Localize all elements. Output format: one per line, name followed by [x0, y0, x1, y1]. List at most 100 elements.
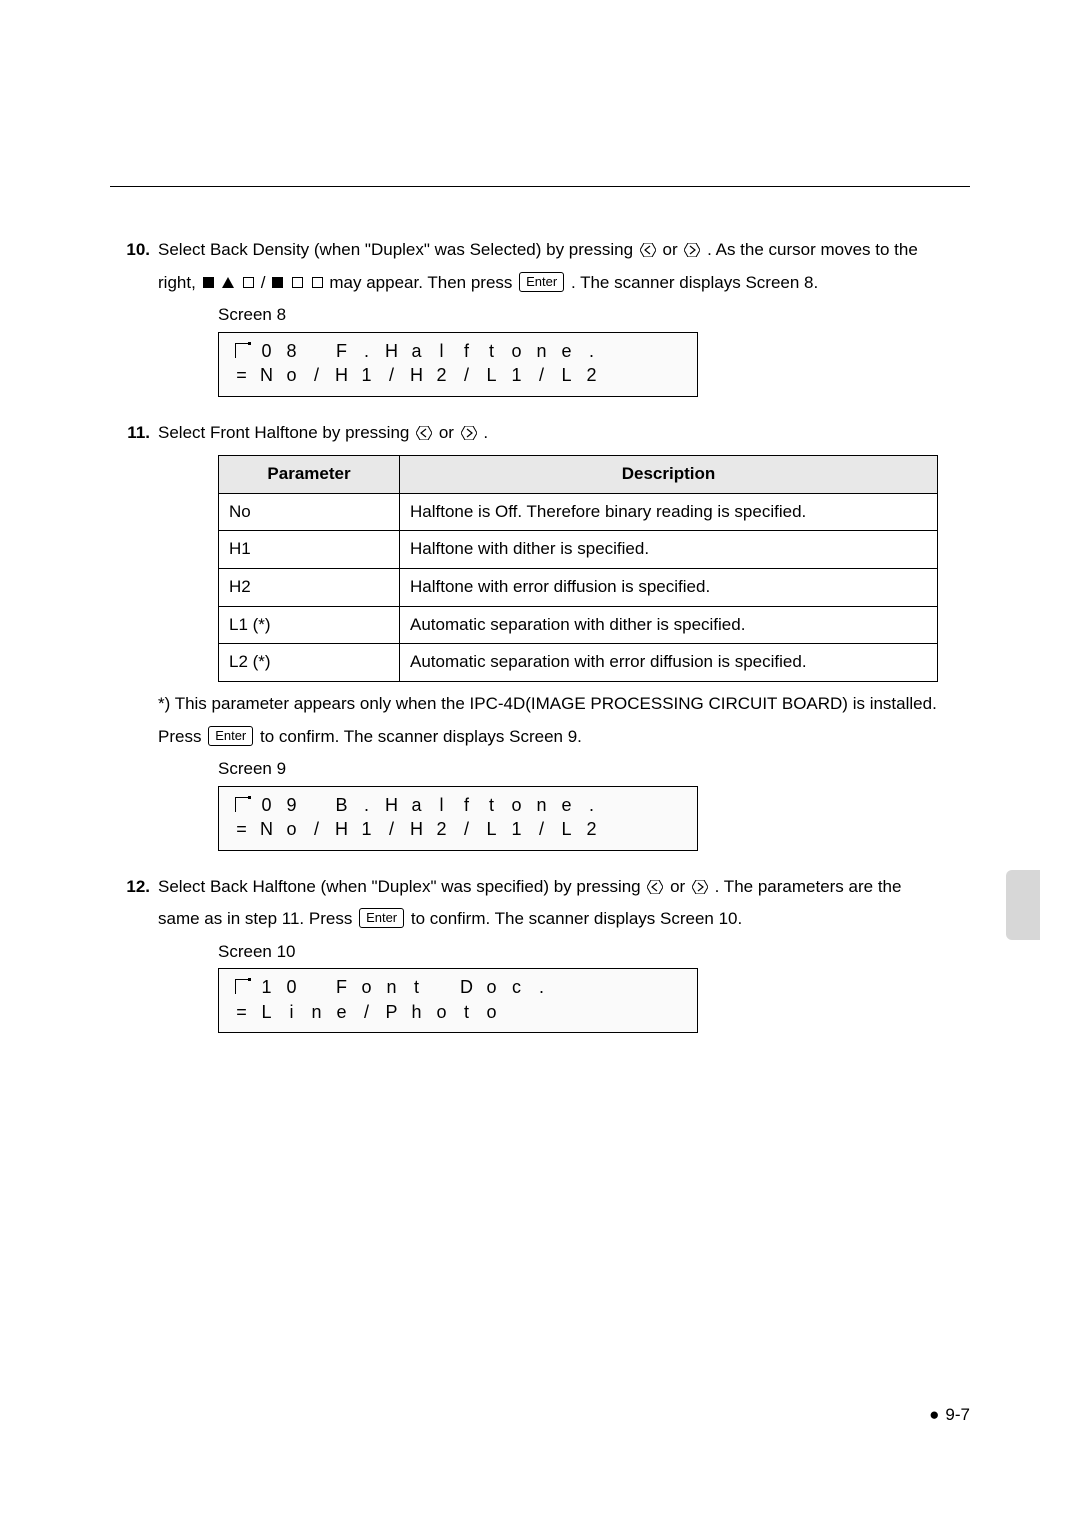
screen-label: Screen 10 — [218, 940, 970, 965]
cursor-icon — [235, 797, 248, 812]
lcd-cell: / — [529, 363, 554, 387]
lcd-cell: t — [454, 1000, 479, 1024]
lcd-cell: h — [404, 1000, 429, 1024]
lcd-cell: 0 — [254, 793, 279, 817]
step-body: Select Back Density (when "Duplex" was S… — [158, 238, 970, 421]
lcd-cell — [304, 793, 329, 817]
lcd-cell — [554, 1000, 579, 1024]
text: . — [483, 423, 488, 442]
page-number: ●9-7 — [929, 1403, 970, 1428]
lcd-cell: o — [429, 1000, 454, 1024]
lcd-cell: . — [354, 793, 379, 817]
lcd-cell: D — [454, 975, 479, 999]
filled-triangle-icon — [222, 277, 234, 288]
lcd-cell: 2 — [429, 817, 454, 841]
lcd-cell: l — [429, 793, 454, 817]
lcd-cell: 2 — [579, 817, 604, 841]
right-arrow-icon — [690, 880, 710, 894]
lcd-screen-9: 09B.Halftone.=No/H1/H2/L1/L2 — [218, 786, 698, 851]
parameter-cell: No — [219, 493, 400, 531]
lcd-cell — [429, 975, 454, 999]
open-square-icon — [243, 277, 254, 288]
lcd-screen-8: 08F.Halftone.=No/H1/H2/L1/L2 — [218, 332, 698, 397]
text: . The parameters are the — [715, 877, 902, 896]
left-arrow-icon — [414, 426, 434, 440]
lcd-cell: = — [229, 1000, 254, 1024]
lcd-row: 09B.Halftone. — [229, 793, 687, 817]
description-cell: Halftone with dither is specified. — [400, 531, 938, 569]
lcd-cell — [554, 975, 579, 999]
lcd-cell — [579, 975, 604, 999]
lcd-cell — [304, 975, 329, 999]
header-rule — [110, 186, 970, 187]
lcd-cell: . — [579, 793, 604, 817]
lcd-cell: N — [254, 817, 279, 841]
lcd-cell: = — [229, 363, 254, 387]
lcd-cell: 1 — [354, 363, 379, 387]
parameter-cell: L2 (*) — [219, 644, 400, 682]
open-square-icon — [292, 277, 303, 288]
text: may appear. Then press — [329, 273, 517, 292]
lcd-cell: H — [404, 817, 429, 841]
right-arrow-icon — [459, 426, 479, 440]
text: Select Front Halftone by pressing — [158, 423, 414, 442]
bullet-icon: ● — [929, 1403, 939, 1428]
left-arrow-icon — [645, 880, 665, 894]
lcd-cell: P — [379, 1000, 404, 1024]
lcd-cell: 0 — [279, 975, 304, 999]
lcd-row: 10FontDoc. — [229, 975, 687, 999]
lcd-cell — [604, 1000, 629, 1024]
lcd-cell: 8 — [279, 339, 304, 363]
table-body: NoHalftone is Off. Therefore binary read… — [219, 493, 938, 681]
step10-line2: right, / may appear. Then press Enter . … — [158, 271, 970, 296]
lcd-cell: = — [229, 817, 254, 841]
lcd-cell: L — [554, 817, 579, 841]
enter-key-icon: Enter — [359, 908, 404, 928]
lcd-cell — [579, 1000, 604, 1024]
step10-line1: Select Back Density (when "Duplex" was S… — [158, 238, 970, 263]
lcd-cell: / — [454, 363, 479, 387]
lcd-cell: N — [254, 363, 279, 387]
lcd-cell: 2 — [579, 363, 604, 387]
lcd-cell: B — [329, 793, 354, 817]
lcd-cell: c — [504, 975, 529, 999]
step-number: 12. — [110, 875, 158, 1058]
lcd-cell — [504, 1000, 529, 1024]
lcd-cell: f — [454, 793, 479, 817]
lcd-cell: H — [329, 363, 354, 387]
lcd-cell: e — [554, 339, 579, 363]
lcd-cell: 9 — [279, 793, 304, 817]
lcd-cell — [604, 363, 629, 387]
lcd-cell: H — [329, 817, 354, 841]
text: Select Back Halftone (when "Duplex" was … — [158, 877, 645, 896]
text: or — [670, 877, 690, 896]
text: or — [439, 423, 459, 442]
parameter-cell: L1 (*) — [219, 606, 400, 644]
lcd-cell: o — [279, 363, 304, 387]
lcd-cell: t — [404, 975, 429, 999]
parameter-cell: H2 — [219, 569, 400, 607]
lcd-cell: L — [254, 1000, 279, 1024]
lcd-cell — [229, 339, 254, 363]
lcd-cell: H — [379, 793, 404, 817]
content-area: 10. Select Back Density (when "Duplex" w… — [110, 238, 970, 1057]
step-number: 10. — [110, 238, 158, 421]
lcd-row: =No/H1/H2/L1/L2 — [229, 363, 687, 387]
lcd-cell: n — [529, 339, 554, 363]
lcd-cell — [604, 793, 629, 817]
lcd-cell: / — [379, 363, 404, 387]
lcd-row: 08F.Halftone. — [229, 339, 687, 363]
text: or — [663, 240, 683, 259]
lcd-cell: / — [354, 1000, 379, 1024]
lcd-cell — [304, 339, 329, 363]
lcd-cell: n — [379, 975, 404, 999]
table-row: H2Halftone with error diffusion is speci… — [219, 569, 938, 607]
lcd-cell: / — [304, 363, 329, 387]
step-10: 10. Select Back Density (when "Duplex" w… — [110, 238, 970, 421]
lcd-cell: L — [554, 363, 579, 387]
text: . As the cursor moves to the — [707, 240, 918, 259]
lcd-cell — [229, 793, 254, 817]
lcd-cell — [229, 975, 254, 999]
lcd-cell: t — [479, 339, 504, 363]
lcd-row: =No/H1/H2/L1/L2 — [229, 817, 687, 841]
